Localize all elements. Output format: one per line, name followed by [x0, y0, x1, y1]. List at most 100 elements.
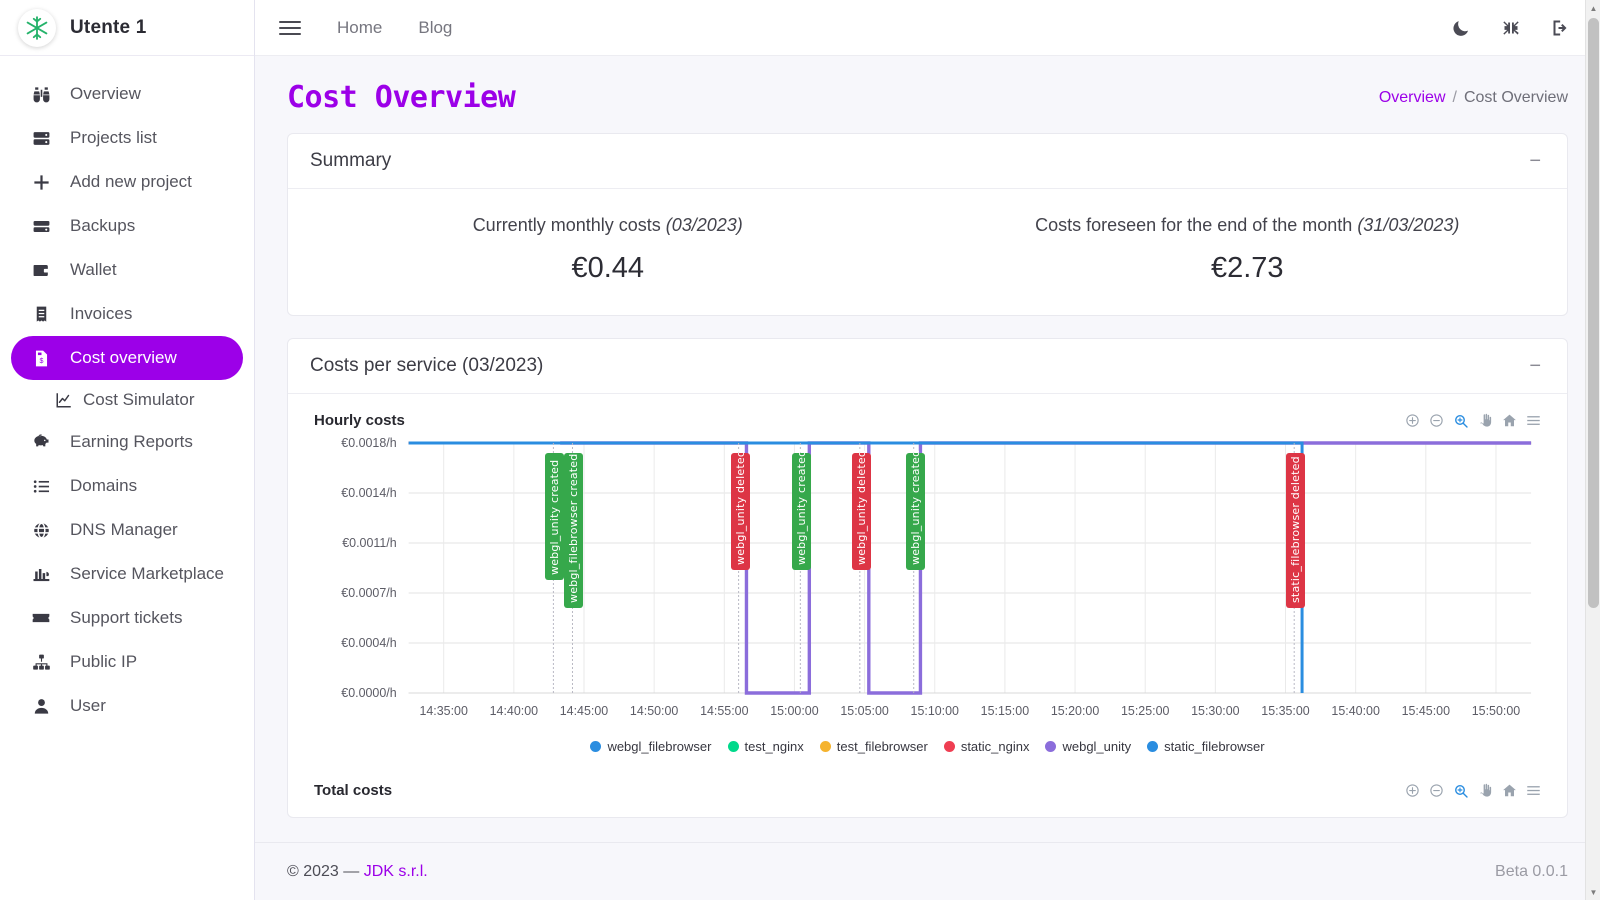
- sidebar-item-cost-simulator[interactable]: Cost Simulator: [11, 380, 243, 420]
- costs-card-header: Costs per service (03/2023) −: [288, 339, 1567, 394]
- legend-item[interactable]: webgl_unity: [1045, 739, 1131, 754]
- snowflake-logo-icon: [18, 8, 56, 47]
- sidebar-item-user[interactable]: User: [11, 684, 243, 728]
- sidebar-item-projects-list[interactable]: Projects list: [11, 116, 243, 160]
- summary-current-label: Currently monthly costs (03/2023): [288, 215, 928, 236]
- zoom-out-icon[interactable]: [1429, 413, 1444, 428]
- summary-card-header: Summary −: [288, 134, 1567, 189]
- x-axis-tick: 15:10:00: [911, 704, 960, 718]
- total-chart-toolbar: [1405, 783, 1541, 799]
- sidebar-item-dns-manager[interactable]: DNS Manager: [11, 508, 243, 552]
- scroll-down-arrow[interactable]: ▼: [1586, 884, 1600, 900]
- scroll-up-arrow[interactable]: ▲: [1586, 0, 1600, 16]
- x-axis-tick: 15:15:00: [981, 704, 1030, 718]
- costs-per-service-card: Costs per service (03/2023) − Hourly cos…: [287, 338, 1568, 818]
- sidebar-item-support-tickets[interactable]: Support tickets: [11, 596, 243, 640]
- legend-label: static_filebrowser: [1164, 739, 1265, 754]
- page-header: Cost Overview Overview / Cost Overview: [255, 56, 1600, 133]
- footer-version: Beta 0.0.1: [1495, 863, 1568, 881]
- sidebar-item-label: DNS Manager: [70, 520, 178, 539]
- footer-beta-label: Beta: [1495, 862, 1533, 880]
- legend-item[interactable]: static_filebrowser: [1147, 739, 1265, 754]
- scrollbar-thumb[interactable]: [1588, 18, 1599, 608]
- selection-zoom-icon[interactable]: [1453, 783, 1469, 799]
- legend-color-dot: [943, 741, 955, 752]
- legend-color-dot: [727, 741, 739, 752]
- sidebar-item-label: Cost Simulator: [83, 390, 195, 409]
- main-content: Home Blog Cost Overview Overview / Cost Ov…: [255, 0, 1600, 900]
- x-axis-tick: 15:30:00: [1191, 704, 1240, 718]
- sidebar-item-wallet[interactable]: Wallet: [11, 248, 243, 292]
- total-costs-title: Total costs: [314, 782, 393, 799]
- brand[interactable]: Utente 1: [0, 0, 254, 56]
- sidebar-item-public-ip[interactable]: Public IP: [11, 640, 243, 684]
- x-axis-tick: 14:50:00: [630, 704, 679, 718]
- hourly-chart-svg: €0.0000/h €0.0004/h €0.0007/h €0.0011/h €0.0…: [341, 436, 1532, 718]
- footer-copyright-text: © 2023 —: [287, 862, 364, 880]
- summary-card: Summary − Currently monthly costs (03/20…: [287, 133, 1568, 316]
- breadcrumb-parent[interactable]: Overview: [1379, 89, 1446, 106]
- wallet-icon: [30, 261, 52, 280]
- summary-forecast-label: Costs foreseen for the end of the month …: [928, 215, 1568, 236]
- sidebar-item-label: Cost overview: [70, 348, 177, 367]
- x-axis-tick: 15:35:00: [1261, 704, 1310, 718]
- hourly-costs-chart[interactable]: €0.0000/h €0.0004/h €0.0007/h €0.0011/h €0.0…: [314, 435, 1541, 735]
- sidebar-item-label: Projects list: [70, 128, 157, 147]
- sidebar-item-service-marketplace[interactable]: Service Marketplace: [11, 552, 243, 596]
- pan-icon[interactable]: [1478, 413, 1493, 428]
- legend-item[interactable]: test_nginx: [727, 739, 804, 754]
- summary-current-period: (03/2023): [665, 215, 743, 235]
- costs-card-title: Costs per service (03/2023): [310, 355, 544, 376]
- menu-icon[interactable]: [1526, 783, 1541, 798]
- legend-color-dot: [1045, 741, 1057, 752]
- moon-icon[interactable]: [1444, 11, 1478, 45]
- legend-label: static_nginx: [960, 739, 1030, 754]
- pan-icon[interactable]: [1478, 783, 1493, 798]
- x-axis-tick: 15:25:00: [1121, 704, 1170, 718]
- sidebar-item-label: Public IP: [70, 652, 138, 671]
- summary-card-title: Summary: [310, 150, 392, 171]
- zoom-in-icon[interactable]: [1405, 413, 1420, 428]
- sidebar-item-backups[interactable]: Backups: [11, 204, 243, 248]
- zoom-in-icon[interactable]: [1405, 783, 1420, 798]
- summary-forecast-value: €2.73: [1210, 252, 1284, 284]
- legend-item[interactable]: test_filebrowser: [819, 739, 928, 754]
- sidebar-item-earning-reports[interactable]: Earning Reports: [11, 420, 243, 464]
- database-icon: [30, 217, 52, 236]
- legend-color-dot: [819, 741, 831, 752]
- total-costs-block: Total costs: [288, 766, 1567, 817]
- chart-legend: webgl_filebrowser test_nginx test_filebrow…: [314, 739, 1541, 762]
- zoom-out-icon[interactable]: [1429, 783, 1444, 798]
- topnav-link-home[interactable]: Home: [337, 18, 382, 38]
- reset-home-icon[interactable]: [1502, 783, 1517, 798]
- reset-home-icon[interactable]: [1502, 413, 1517, 428]
- costs-collapse-button[interactable]: −: [1525, 356, 1545, 376]
- chart-cloud-icon: [30, 564, 52, 584]
- x-axis-tick: 15:00:00: [770, 704, 819, 718]
- legend-label: test_filebrowser: [836, 739, 928, 754]
- sidebar-item-label: Backups: [70, 216, 136, 235]
- page-scrollbar[interactable]: ▲ ▼: [1585, 0, 1600, 900]
- sidebar-item-label: User: [70, 696, 106, 715]
- y-axis-tick: €0.0014/h: [341, 486, 396, 500]
- sidebar-item-add-new-project[interactable]: Add new project: [11, 160, 243, 204]
- menu-icon[interactable]: [1526, 413, 1541, 428]
- sign-out-icon[interactable]: [1544, 11, 1578, 45]
- server-icon: [30, 129, 52, 148]
- sidebar-item-cost-overview[interactable]: $ Cost overview: [11, 336, 243, 380]
- selection-zoom-icon[interactable]: [1453, 413, 1469, 429]
- sidebar-item-overview[interactable]: Overview: [11, 72, 243, 116]
- compress-icon[interactable]: [1494, 11, 1528, 45]
- sidebar-item-invoices[interactable]: Invoices: [11, 292, 243, 336]
- y-axis-tick: €0.0004/h: [341, 636, 396, 650]
- topnav-link-blog[interactable]: Blog: [418, 18, 452, 38]
- topbar: Home Blog: [255, 0, 1600, 56]
- summary-collapse-button[interactable]: −: [1525, 151, 1545, 171]
- sidebar-item-domains[interactable]: Domains: [11, 464, 243, 508]
- legend-item[interactable]: static_nginx: [943, 739, 1030, 754]
- legend-item[interactable]: webgl_filebrowser: [590, 739, 712, 754]
- legend-label: webgl_filebrowser: [607, 739, 712, 754]
- receipt-icon: [30, 305, 52, 324]
- footer-company-link[interactable]: JDK s.r.l.: [364, 863, 428, 880]
- hamburger-icon[interactable]: [279, 20, 301, 35]
